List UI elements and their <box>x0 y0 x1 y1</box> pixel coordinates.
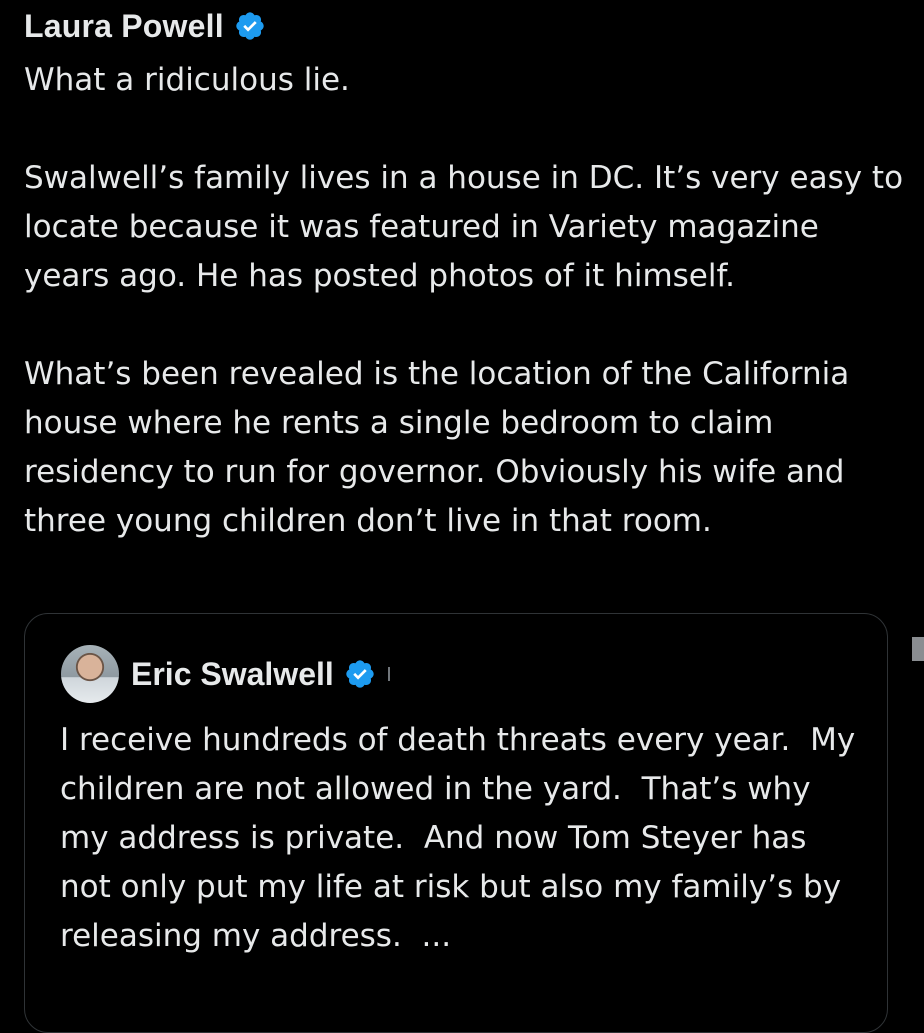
post-paragraph: What’s been revealed is the location of … <box>24 356 860 539</box>
verified-badge-icon[interactable] <box>234 10 266 42</box>
verified-badge-icon[interactable] <box>344 658 376 690</box>
author-name[interactable]: Laura Powell <box>24 8 224 45</box>
quoted-post-header: Eric Swalwell <box>61 644 390 704</box>
quoted-author-name[interactable]: Eric Swalwell <box>131 656 334 693</box>
avatar[interactable] <box>61 645 119 703</box>
post-paragraph: What a ridiculous lie. <box>24 62 350 98</box>
post-text: What a ridiculous lie. Swalwell’s family… <box>24 56 904 546</box>
quoted-post-text: I receive hundreds of death threats ever… <box>60 722 866 954</box>
post-paragraph: Swalwell’s family lives in a house in DC… <box>24 160 913 294</box>
quoted-post-card[interactable]: Eric Swalwell I receive hundreds of deat… <box>24 613 888 1033</box>
scrollbar-thumb[interactable] <box>912 637 924 661</box>
quoted-handle-fragment <box>387 667 390 681</box>
post-author-row: Laura Powell <box>24 4 266 48</box>
